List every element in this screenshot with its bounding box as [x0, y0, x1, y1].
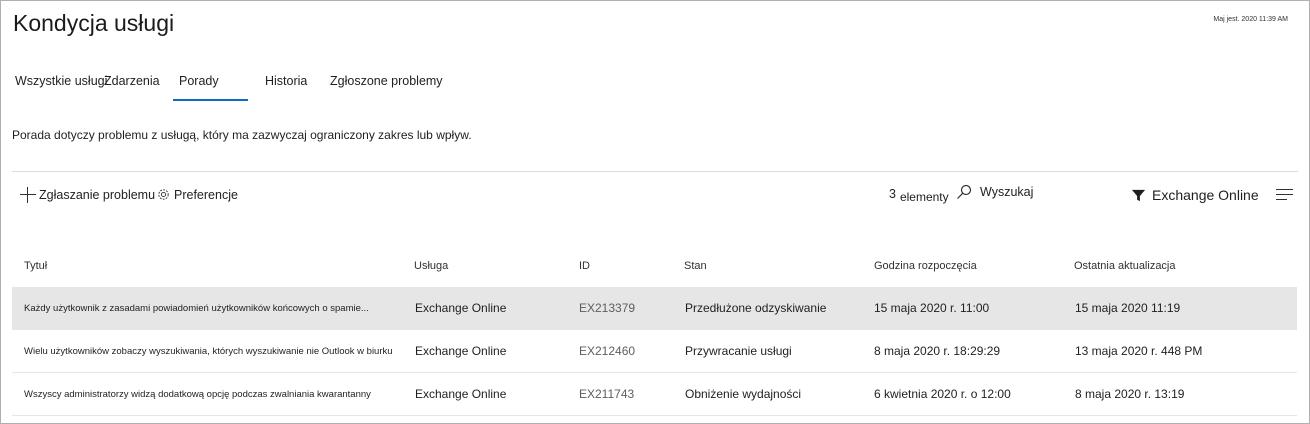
table-row[interactable]: Wielu użytkowników zobaczy wyszukiwania,…: [12, 330, 1297, 373]
plus-icon: [20, 187, 36, 203]
report-issue-button[interactable]: Zgłaszanie problemu: [20, 187, 155, 203]
page-title: Kondycja usługi: [13, 10, 175, 36]
preferences-label: Preferencje: [174, 187, 238, 202]
search-box[interactable]: Wyszukaj: [956, 184, 1033, 200]
tab-history[interactable]: Historia: [265, 74, 307, 88]
row-status: Przywracanie usługi: [685, 344, 792, 358]
search-icon: [957, 184, 972, 199]
row-start-time: 8 maja 2020 r. 18:29:29: [874, 344, 1001, 358]
row-id: EX212460: [579, 344, 636, 358]
table-row[interactable]: Każdy użytkownik z zasadami powiadomień …: [12, 287, 1297, 330]
tab-reported-issues[interactable]: Zgłoszone problemy: [330, 74, 443, 88]
gear-icon: [158, 189, 169, 200]
toolbar-divider: [12, 171, 1298, 172]
column-header-status[interactable]: Stan: [684, 260, 707, 272]
column-header-last-updated[interactable]: Ostatnia aktualizacja: [1074, 260, 1176, 272]
view-options-icon[interactable]: [1276, 189, 1293, 201]
row-id: EX213379: [579, 301, 636, 315]
row-last-updated: 8 maja 2020 r. 13:19: [1075, 387, 1185, 401]
row-status: Obniżenie wydajności: [685, 387, 802, 401]
item-count-number: 3: [889, 187, 896, 201]
row-last-updated: 13 maja 2020 r. 448 PM: [1075, 344, 1203, 358]
row-start-time: 15 maja 2020 r. 11:00: [874, 301, 990, 315]
row-service: Exchange Online: [415, 387, 507, 401]
row-title[interactable]: Wszyscy administratorzy widzą dodatkową …: [24, 373, 409, 415]
page-timestamp: Maj jest. 2020 11:39 AM: [1213, 16, 1288, 23]
tab-incidents[interactable]: Zdarzenia: [104, 74, 160, 88]
tab-advisories[interactable]: Porady: [173, 74, 247, 101]
column-header-start-time[interactable]: Godzina rozpoczęcia: [874, 260, 977, 272]
report-issue-label: Zgłaszanie problemu: [39, 188, 156, 202]
row-status: Przedłużone odzyskiwanie: [685, 301, 827, 315]
table-row[interactable]: Wszyscy administratorzy widzą dodatkową …: [12, 373, 1297, 416]
service-filter-label: Exchange Online: [1152, 187, 1259, 203]
item-count: 3 elementy: [889, 187, 949, 204]
row-id: EX211743: [579, 387, 635, 401]
row-service: Exchange Online: [415, 344, 507, 358]
row-last-updated: 15 maja 2020 11:19: [1075, 301, 1181, 315]
column-header-title[interactable]: Tytuł: [24, 260, 47, 272]
service-filter-button[interactable]: Exchange Online: [1131, 187, 1259, 203]
row-service: Exchange Online: [415, 301, 507, 315]
filter-icon: [1131, 189, 1146, 201]
row-start-time: 6 kwietnia 2020 r. o 12:00: [874, 387, 1011, 401]
row-title[interactable]: Każdy użytkownik z zasadami powiadomień …: [24, 287, 409, 329]
tab-all-services[interactable]: Wszystkie usługi: [15, 74, 107, 88]
column-header-id[interactable]: ID: [579, 260, 590, 272]
row-title[interactable]: Wielu użytkowników zobaczy wyszukiwania,…: [24, 330, 409, 372]
search-input[interactable]: Wyszukaj: [980, 185, 1033, 199]
item-count-word: elementy: [899, 190, 949, 204]
column-header-service[interactable]: Usługa: [414, 260, 448, 272]
preferences-button[interactable]: Preferencje: [156, 187, 238, 202]
page-description: Porada dotyczy problemu z usługą, który …: [12, 128, 472, 142]
